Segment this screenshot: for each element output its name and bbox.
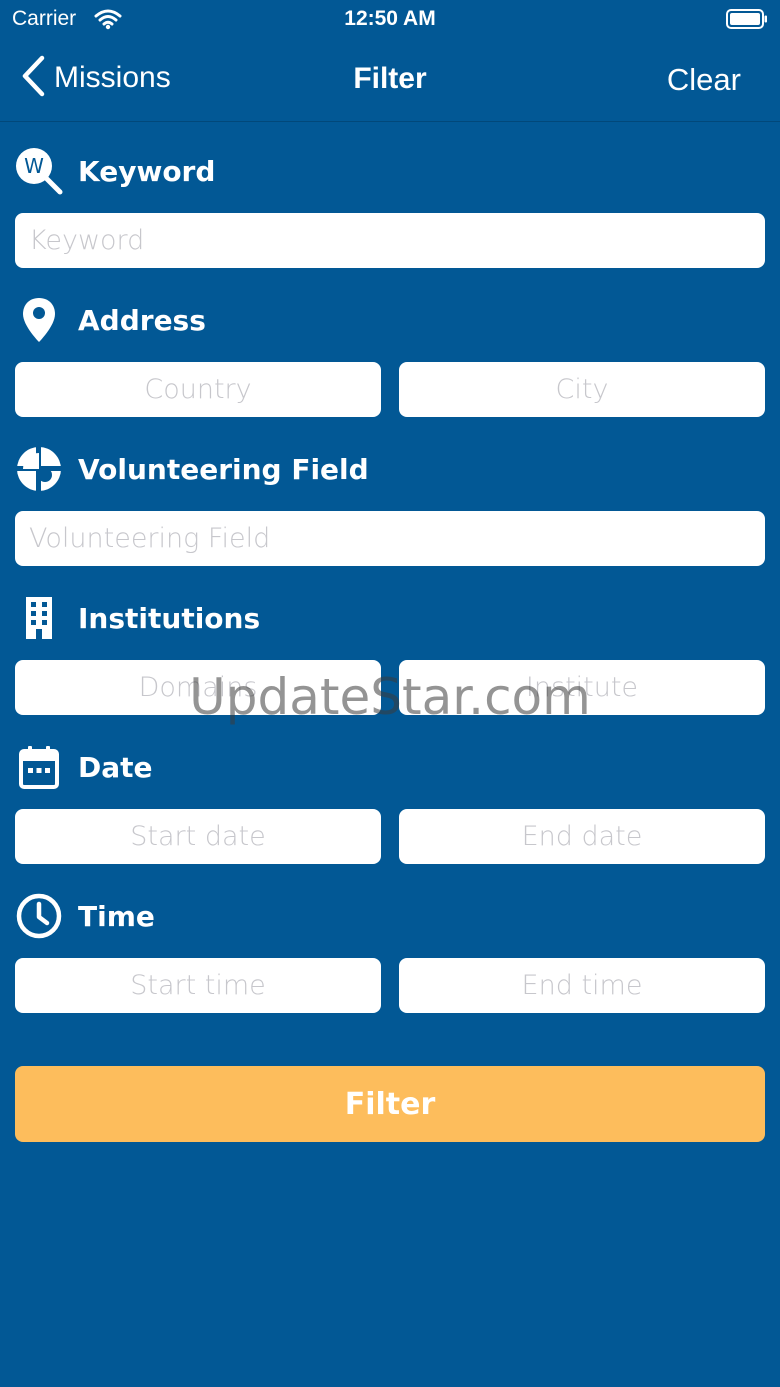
keyword-search-icon: W: [14, 146, 64, 196]
keyword-label: Keyword: [78, 154, 216, 188]
country-input[interactable]: [15, 362, 381, 417]
page-title: Filter: [353, 62, 427, 95]
building-icon: [14, 593, 64, 643]
end-time-input[interactable]: [399, 958, 765, 1013]
filter-button[interactable]: Filter: [15, 1066, 765, 1142]
keyword-input[interactable]: [15, 213, 765, 268]
clock-icon: [14, 891, 64, 941]
clear-button[interactable]: Clear: [667, 62, 741, 98]
start-time-input[interactable]: [15, 958, 381, 1013]
city-input[interactable]: [399, 362, 765, 417]
address-label: Address: [78, 303, 206, 337]
domains-input[interactable]: [15, 660, 381, 715]
keyword-section-header: W Keyword: [14, 146, 215, 196]
volunteering-field-input[interactable]: [15, 511, 765, 566]
time-label: Time: [78, 899, 155, 933]
date-section-header: Date: [14, 742, 153, 792]
institutions-section-header: Institutions: [14, 593, 260, 643]
institutions-label: Institutions: [78, 601, 261, 635]
volunteering-field-label: Volunteering Field: [78, 452, 369, 486]
status-time: 12:50 AM: [344, 7, 436, 30]
pie-chart-icon: [14, 444, 64, 494]
status-bar: Carrier 12:50 AM: [0, 0, 780, 40]
institute-input[interactable]: [399, 660, 765, 715]
navigation-bar: Missions Filter Clear: [0, 40, 780, 122]
start-date-input[interactable]: [15, 809, 381, 864]
svg-text:W: W: [24, 154, 44, 178]
end-date-input[interactable]: [399, 809, 765, 864]
volunteering-field-section-header: Volunteering Field: [14, 444, 369, 494]
time-section-header: Time: [14, 891, 155, 941]
date-label: Date: [78, 750, 153, 784]
battery-icon: [726, 9, 768, 29]
address-section-header: Address: [14, 295, 206, 345]
location-pin-icon: [14, 295, 64, 345]
calendar-icon: [14, 742, 64, 792]
